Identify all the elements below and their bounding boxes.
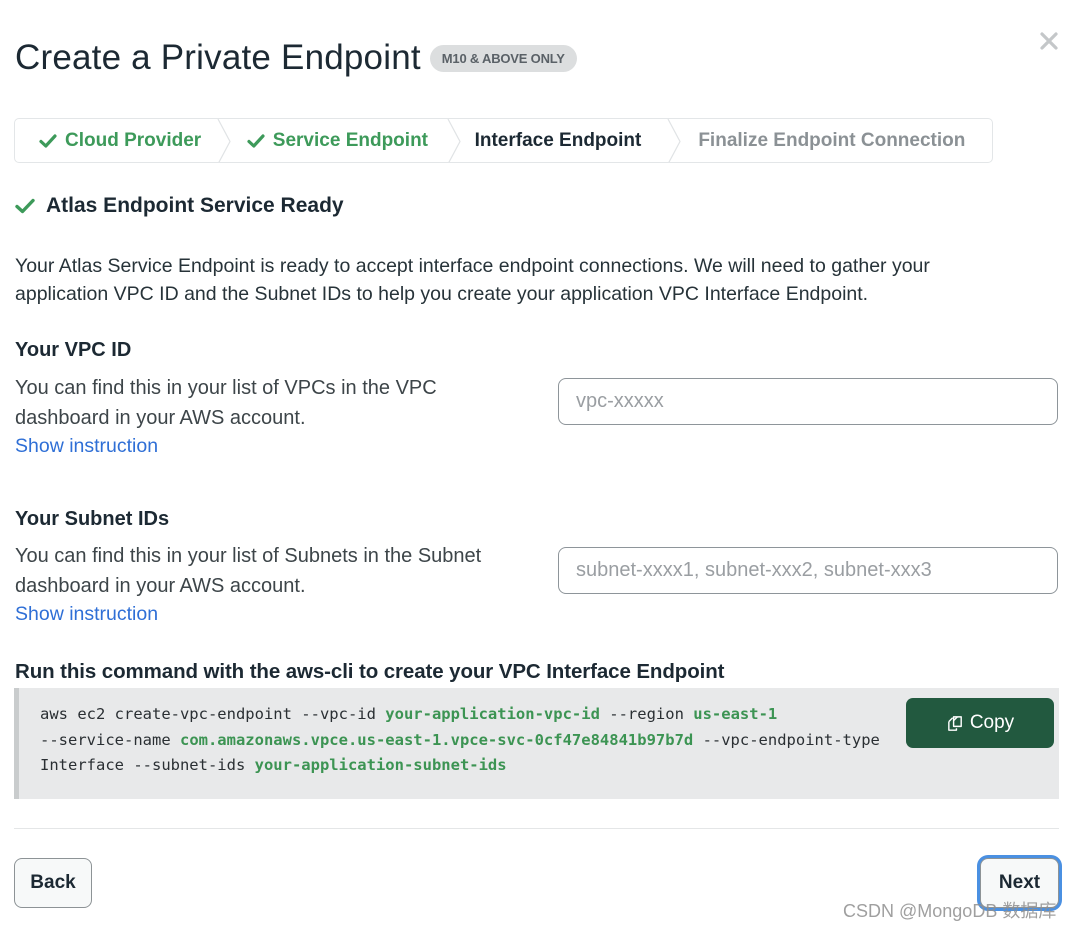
checkmark-icon [15, 198, 35, 214]
tier-badge: M10 & ABOVE ONLY [429, 44, 577, 72]
cmd-part: --service-name [40, 730, 180, 749]
step-service-endpoint[interactable]: Service Endpoint [223, 119, 451, 162]
back-button[interactable]: Back [14, 858, 92, 908]
cmd-service-name: com.amazonaws.vpce.us-east-1.vpce-svc-0c… [179, 730, 694, 749]
step-interface-endpoint[interactable]: Interface Endpoint [451, 119, 675, 162]
subnet-show-instruction-link[interactable]: Show instruction [15, 603, 158, 626]
vpc-id-description: You can find this in your list of VPCs i… [15, 377, 437, 429]
copy-icon [947, 715, 962, 731]
cmd-part: --vpc-endpoint-type [693, 730, 880, 749]
wizard-stepper: Cloud Provider Service Endpoint Interfac… [14, 118, 993, 163]
footer-divider [14, 828, 1059, 829]
step-label: Service Endpoint [272, 129, 428, 151]
copy-button[interactable]: Copy [906, 698, 1054, 748]
step-finalize-connection: Finalize Endpoint Connection [674, 119, 992, 162]
cmd-part: Interface --subnet-ids [40, 756, 255, 774]
vpc-id-input[interactable] [558, 378, 1058, 425]
command-code-block: aws ec2 create-vpc-endpoint --vpc-id you… [14, 688, 1059, 799]
subnet-ids-description: You can find this in your list of Subnet… [15, 545, 482, 597]
vpc-show-instruction-link[interactable]: Show instruction [15, 435, 158, 458]
cmd-subnet-ids: your-application-subnet-ids [254, 756, 507, 774]
step-label: Interface Endpoint [474, 129, 642, 151]
status-title: Atlas Endpoint Service Ready [46, 194, 344, 217]
status-heading: Atlas Endpoint Service Ready [15, 194, 344, 218]
step-cloud-provider[interactable]: Cloud Provider [15, 119, 223, 162]
close-button[interactable] [1038, 30, 1060, 52]
cmd-part: aws ec2 create-vpc-endpoint --vpc-id [40, 705, 386, 723]
watermark: CSDN @MongoDB 数据库 [843, 901, 1057, 921]
cmd-part: --region [599, 705, 694, 723]
vpc-id-title: Your VPC ID [15, 339, 132, 361]
checkmark-icon [39, 133, 57, 148]
step-label: Cloud Provider [65, 129, 202, 151]
subnet-ids-input[interactable] [558, 547, 1058, 594]
step-label: Finalize Endpoint Connection [698, 129, 966, 151]
modal-header: Create a Private Endpoint M10 & ABOVE ON… [15, 38, 577, 78]
modal-title: Create a Private Endpoint [15, 38, 421, 77]
status-description: Your Atlas Service Endpoint is ready to … [15, 255, 930, 305]
close-icon [1040, 32, 1058, 50]
subnet-ids-title: Your Subnet IDs [15, 508, 170, 530]
command-text[interactable]: aws ec2 create-vpc-endpoint --vpc-id you… [40, 702, 880, 779]
checkmark-icon [247, 133, 265, 148]
cmd-vpc-id: your-application-vpc-id [385, 705, 600, 723]
cmd-region: us-east-1 [693, 705, 778, 723]
command-title: Run this command with the aws-cli to cre… [15, 660, 725, 683]
copy-label: Copy [969, 712, 1015, 733]
